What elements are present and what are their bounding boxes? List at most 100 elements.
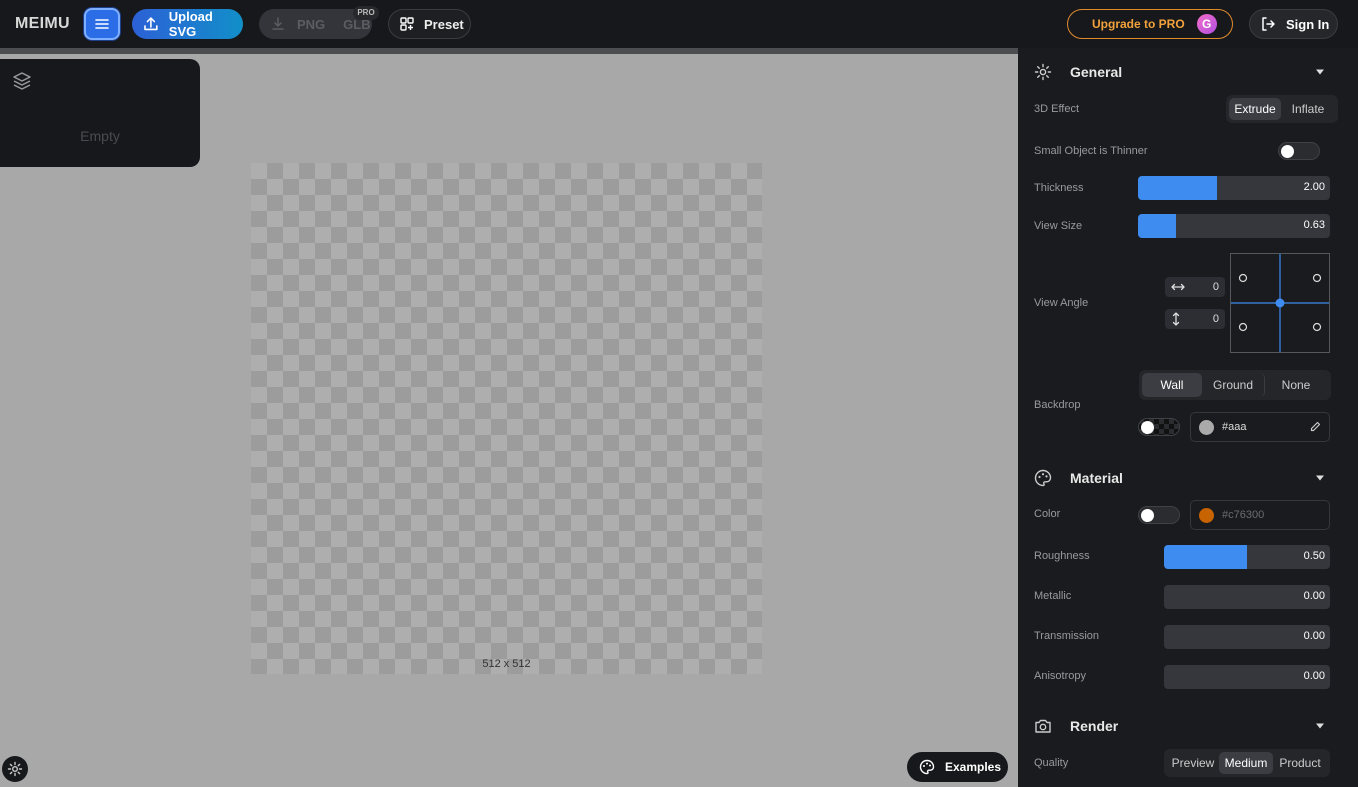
quality-medium-option[interactable]: Medium bbox=[1219, 752, 1273, 774]
palette-icon bbox=[1034, 469, 1052, 487]
app-logo[interactable]: MEIMU bbox=[15, 15, 70, 33]
transmission-value: 0.00 bbox=[1303, 630, 1325, 642]
angle-handle bbox=[1275, 298, 1285, 308]
backdrop-none-option[interactable]: None bbox=[1265, 373, 1327, 397]
angle-horizontal-value: 0 bbox=[1212, 281, 1219, 293]
thickness-slider[interactable]: 2.00 bbox=[1138, 176, 1330, 200]
palette-icon bbox=[919, 759, 935, 775]
anisotropy-label: Anisotropy bbox=[1034, 670, 1086, 682]
backdrop-color-field[interactable]: #aaa bbox=[1190, 412, 1330, 442]
chevron-down-icon bbox=[1316, 723, 1324, 729]
roughness-label: Roughness bbox=[1034, 550, 1090, 562]
backdrop-toggle-group: Wall Ground None bbox=[1139, 370, 1331, 400]
examples-button[interactable]: Examples bbox=[907, 752, 1008, 782]
settings-button[interactable] bbox=[2, 756, 28, 782]
material-color-toggle[interactable] bbox=[1138, 506, 1180, 524]
backdrop-color-swatch[interactable] bbox=[1199, 419, 1214, 435]
backdrop-label: Backdrop bbox=[1034, 399, 1081, 411]
g-badge-icon: G bbox=[1196, 14, 1217, 34]
chevron-down-icon bbox=[1316, 69, 1324, 75]
material-color-label: Color bbox=[1034, 508, 1061, 520]
view-size-slider[interactable]: 0.63 bbox=[1138, 214, 1330, 238]
properties-panel: General 3D Effect Extrude Inflate Small … bbox=[1018, 48, 1358, 787]
examples-label: Examples bbox=[945, 760, 1002, 774]
view-size-label: View Size bbox=[1034, 220, 1083, 232]
canvas-size-label: 512 x 512 bbox=[482, 658, 531, 670]
material-color-field[interactable]: #c76300 bbox=[1190, 500, 1330, 530]
top-bar: MEIMU Upload SVG PNG GLB PRO Preset Upgr… bbox=[0, 0, 1358, 48]
general-section-header[interactable]: General bbox=[1018, 58, 1358, 86]
camera-icon bbox=[1035, 719, 1051, 733]
transmission-label: Transmission bbox=[1034, 630, 1099, 642]
slider-fill bbox=[1138, 176, 1217, 200]
login-icon bbox=[1262, 17, 1275, 31]
metallic-value: 0.00 bbox=[1303, 590, 1325, 602]
vertical-arrows-icon bbox=[1172, 312, 1180, 326]
slider-fill bbox=[1164, 545, 1247, 569]
effect-inflate-option[interactable]: Inflate bbox=[1281, 98, 1335, 120]
material-section-header[interactable]: Material bbox=[1018, 464, 1358, 492]
slider-fill bbox=[1138, 214, 1177, 238]
toggle-knob bbox=[1141, 509, 1154, 522]
transmission-slider[interactable]: 0.00 bbox=[1164, 625, 1330, 649]
layers-empty-text: Empty bbox=[80, 128, 120, 144]
backdrop-wall-option[interactable]: Wall bbox=[1142, 373, 1202, 397]
effect-toggle-group: Extrude Inflate bbox=[1226, 95, 1338, 123]
toggle-knob bbox=[1141, 421, 1154, 434]
anisotropy-slider[interactable]: 0.00 bbox=[1164, 665, 1330, 689]
gear-icon bbox=[7, 761, 23, 777]
roughness-slider[interactable]: 0.50 bbox=[1164, 545, 1330, 569]
backdrop-enable-toggle[interactable] bbox=[1138, 418, 1180, 436]
angle-vertical-value: 0 bbox=[1212, 313, 1219, 325]
quality-label: Quality bbox=[1034, 757, 1069, 769]
view-angle-label: View Angle bbox=[1034, 297, 1089, 309]
preset-button[interactable]: Preset bbox=[388, 9, 471, 39]
material-title: Material bbox=[1070, 470, 1123, 486]
render-title: Render bbox=[1070, 718, 1119, 734]
angle-horizontal-field[interactable]: 0 bbox=[1165, 277, 1225, 297]
preset-label: Preset bbox=[424, 16, 464, 32]
sign-in-button[interactable]: Sign In bbox=[1249, 9, 1338, 39]
layers-panel: Empty bbox=[0, 59, 200, 167]
chevron-down-icon bbox=[1316, 475, 1324, 481]
effect-label: 3D Effect bbox=[1034, 103, 1080, 115]
upload-label: Upload SVG bbox=[168, 9, 213, 39]
layers-icon[interactable] bbox=[12, 71, 32, 91]
render-section-header[interactable]: Render bbox=[1018, 712, 1358, 740]
gear-icon bbox=[1034, 63, 1052, 81]
upgrade-label: Upgrade to PRO bbox=[1092, 17, 1185, 31]
upload-icon bbox=[144, 17, 158, 31]
upgrade-button[interactable]: Upgrade to PRO G bbox=[1067, 9, 1233, 39]
horizontal-arrows-icon bbox=[1171, 283, 1185, 291]
general-title: General bbox=[1070, 64, 1123, 80]
thinner-toggle[interactable] bbox=[1278, 142, 1320, 160]
toggle-knob bbox=[1281, 145, 1294, 158]
effect-extrude-option[interactable]: Extrude bbox=[1229, 98, 1281, 120]
hamburger-icon bbox=[95, 19, 109, 29]
roughness-value: 0.50 bbox=[1303, 550, 1325, 562]
thickness-label: Thickness bbox=[1034, 182, 1084, 194]
export-png-button[interactable]: PNG bbox=[297, 17, 325, 32]
view-size-value: 0.63 bbox=[1303, 219, 1325, 231]
angle-vertical-field[interactable]: 0 bbox=[1165, 309, 1225, 329]
material-color-swatch[interactable] bbox=[1199, 507, 1214, 523]
metallic-slider[interactable]: 0.00 bbox=[1164, 585, 1330, 609]
anisotropy-value: 0.00 bbox=[1303, 670, 1325, 682]
backdrop-ground-option[interactable]: Ground bbox=[1202, 373, 1265, 397]
menu-button[interactable] bbox=[84, 8, 120, 40]
quality-preview-option[interactable]: Preview bbox=[1167, 752, 1219, 774]
grid-icon bbox=[400, 17, 414, 31]
quality-toggle-group: Preview Medium Product bbox=[1164, 749, 1330, 777]
view-angle-pad[interactable] bbox=[1230, 253, 1330, 353]
canvas-area[interactable]: 512 x 512 bbox=[251, 163, 762, 674]
metallic-label: Metallic bbox=[1034, 590, 1072, 602]
loading-strip bbox=[0, 48, 1018, 54]
thickness-value: 2.00 bbox=[1303, 181, 1325, 193]
quality-product-option[interactable]: Product bbox=[1273, 752, 1327, 774]
material-color-value: #c76300 bbox=[1222, 509, 1265, 521]
pro-badge: PRO bbox=[353, 6, 379, 20]
download-icon bbox=[272, 17, 284, 30]
backdrop-color-value: #aaa bbox=[1222, 421, 1247, 433]
eyedropper-icon[interactable] bbox=[1309, 421, 1321, 433]
upload-svg-button[interactable]: Upload SVG bbox=[132, 9, 243, 39]
